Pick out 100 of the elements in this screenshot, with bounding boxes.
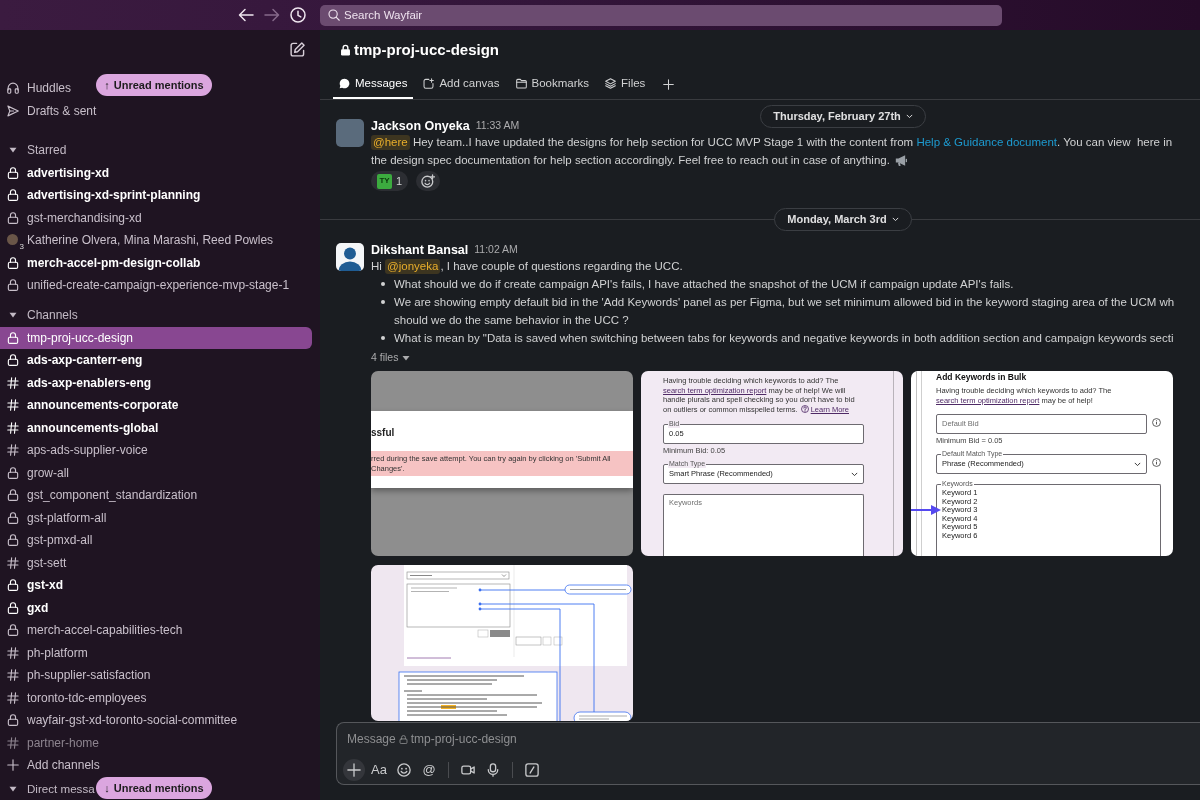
channel-item[interactable]: tmp-proj-ucc-design [0,326,312,349]
date-divider-button[interactable]: Monday, March 3rd [774,208,912,231]
add-channels-button[interactable]: Add channels [0,754,108,777]
help-icon [800,404,809,413]
tab[interactable]: Add canvas [417,70,506,99]
headphones-icon [7,82,19,95]
lock-icon [7,211,19,224]
tab[interactable]: Bookmarks [509,70,596,99]
channel-item[interactable]: ph-supplier-satisfaction [0,664,159,687]
channel-item[interactable]: wayfair-gst-xd-toronto-social-committee [0,709,246,732]
unread-mentions-button[interactable]: ↑ Unread mentions [96,74,212,96]
arrow-icon: ↓ [104,779,110,797]
files-toggle[interactable]: 4 files [371,350,399,366]
author-name[interactable]: Jackson Onyeka [371,116,470,136]
bullet-icon [381,282,385,286]
message-text: @here Hey team..I have updated the designs for help section for UCC MVP Stage 1 with the content from Help & Guidance document. You can view here in [371,133,1200,151]
channel-item[interactable]: ph-platform [0,641,96,664]
dialog-title: ssful [371,426,395,440]
lock-icon [7,714,19,727]
emoji-tile: TY [377,173,392,189]
message-time[interactable]: 11:33 AM [475,118,520,134]
member-count: 3 [19,243,24,252]
message-text: Hi @jonyeka , I have couple of questions regarding the UCC. [371,257,684,275]
slash-command-icon [525,763,539,777]
unread-mentions-button[interactable]: ↓ Unread mentions [96,777,212,799]
section-header[interactable]: Starred [0,139,75,162]
file-preview[interactable] [911,371,1173,556]
lock-icon [7,331,19,344]
channel-item[interactable]: gst-merchandising-xd [0,206,150,229]
channel-item[interactable]: gst-pmxd-all [0,529,101,552]
channel-item[interactable]: merch-accel-pm-design-collab [0,251,209,274]
author-name[interactable]: Dikshant Bansal [371,240,469,260]
sidebar-item[interactable]: Drafts & sent [0,99,105,122]
channel-item[interactable]: ads-axp-canterr-eng [0,349,151,372]
format-button[interactable]: Aa [368,759,390,781]
file-preview[interactable] [641,371,903,556]
photo-placeholder[interactable] [336,119,364,147]
search-field[interactable]: Search Wayfair [320,4,1002,26]
attach-button[interactable] [343,759,365,781]
add-tab-icon[interactable] [663,79,675,90]
add-reaction-icon [421,174,436,188]
message-bubble-icon [339,78,350,89]
channel-item[interactable]: gst-sett [0,551,75,574]
lock-icon [7,489,19,502]
channel-item[interactable]: announcements-global [0,416,167,439]
message-text: What is mean by "Data is saved when switching between tabs for keywords and negative keywords in both addition section and campaign keywords secti [394,331,1174,346]
sidebar-item[interactable]: Huddles [0,77,80,100]
user-avatar-icon[interactable] [336,243,364,271]
message-field[interactable]: Message tmp-proj-ucc-design [347,729,547,749]
mention-tag[interactable]: @here [371,134,410,150]
back-arrow-icon[interactable] [238,7,254,23]
bullet-icon [381,300,385,304]
channel-item[interactable]: gst-platform-all [0,506,115,529]
channel-item[interactable]: unified-create-campaign-experience-mvp-stage-1 [0,274,298,297]
add-reaction-button[interactable] [416,171,441,191]
lock-icon [7,624,19,637]
mention-tag[interactable]: @jonyeka [385,258,441,274]
channel-item[interactable]: aps-ads-supplier-voice [0,439,156,462]
hash-icon [7,444,19,457]
channel-item[interactable]: merch-accel-capabilities-tech [0,619,191,642]
channel-item[interactable]: advertising-xd-sprint-planning [0,184,209,207]
lock-icon [7,511,19,524]
section-header[interactable]: Direct messa [0,778,95,799]
chevron-down-icon [905,113,913,120]
lock-icon [7,579,19,592]
lock-icon [7,256,19,269]
channel-item[interactable]: ads-axp-enablers-eng [0,371,160,394]
channel-title: tmp-proj-ucc-design [354,39,499,60]
channel-item[interactable]: grow-all [0,461,77,484]
tab[interactable]: Files [599,70,652,99]
channel-item[interactable]: 3 Katherine Olvera, Mina Marashi, Reed Powles [0,229,282,252]
lock-icon [398,734,408,744]
compose-icon[interactable] [290,41,305,57]
channel-item[interactable]: gst-xd [0,574,71,597]
lock-icon [7,166,19,179]
lock-icon [7,354,19,367]
lock-icon [7,534,19,547]
chevron-down-icon [851,470,858,478]
search-icon [328,9,340,21]
lock-icon [7,279,19,292]
canvas-icon [423,78,435,89]
reaction-button[interactable]: TY 1 [371,171,409,191]
lock-icon [7,601,19,614]
microphone-icon [486,763,500,777]
mention-button[interactable]: @ [418,759,440,781]
date-divider-button[interactable]: Thursday, February 27th [760,105,926,128]
folder-icon [515,78,527,89]
message-time[interactable]: 11:02 AM [474,242,518,258]
caret-icon[interactable] [402,354,411,362]
channel-item[interactable]: partner-home [0,731,108,754]
channel-item[interactable]: announcements-corporate [0,394,187,417]
channel-item[interactable]: advertising-xd [0,161,118,184]
hash-icon [7,399,19,412]
section-header[interactable]: Channels [0,304,86,327]
channel-item[interactable]: toronto-tdc-employees [0,686,155,709]
hash-icon [7,556,19,569]
channel-item[interactable]: gst_component_standardization [0,484,206,507]
tab[interactable]: Messages [333,70,414,99]
history-clock-icon[interactable] [290,7,306,23]
channel-item[interactable]: gxd [0,596,57,619]
